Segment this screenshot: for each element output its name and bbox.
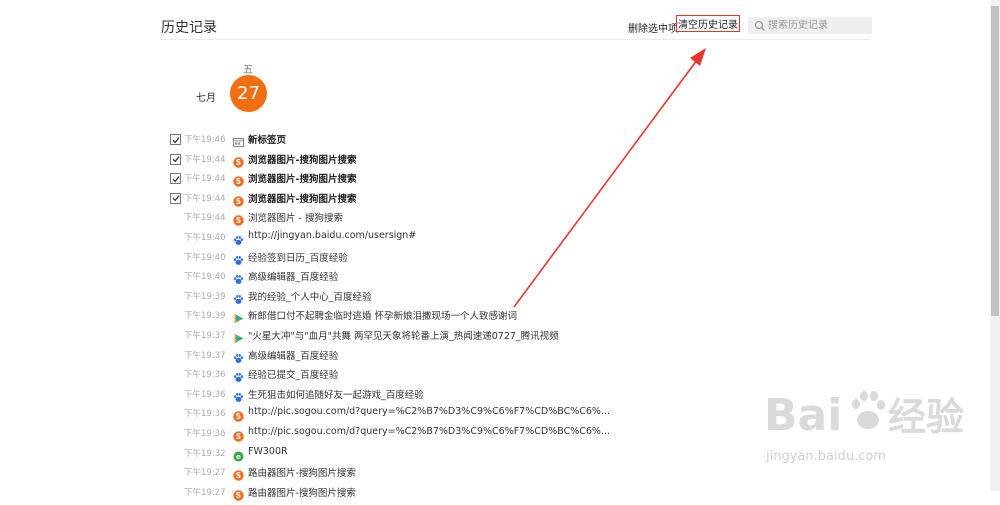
svg-text:S: S <box>236 491 241 500</box>
annotation-arrow <box>513 48 706 308</box>
